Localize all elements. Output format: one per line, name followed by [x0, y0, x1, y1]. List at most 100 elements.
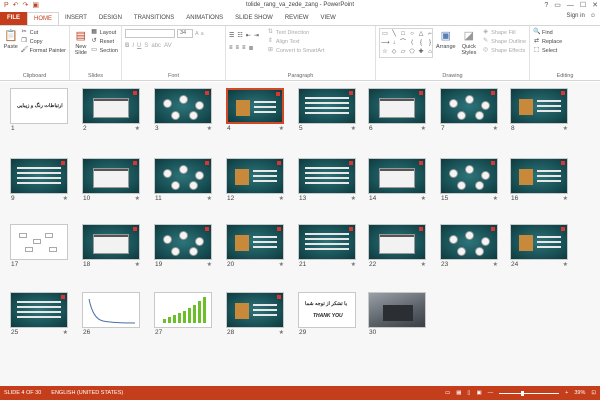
copy-button[interactable]: ❐ Copy [21, 37, 66, 46]
quick-styles-button[interactable]: ◪ Quick Styles [459, 28, 480, 58]
slide-preview[interactable] [226, 292, 284, 328]
slideshow-view-icon[interactable]: ▣ [476, 390, 481, 396]
tab-design[interactable]: DESIGN [93, 12, 128, 25]
slide-thumbnail-14[interactable]: 14 ★ [368, 158, 426, 204]
layout-button[interactable]: ▦ Layout [91, 28, 118, 37]
format-painter-button[interactable]: 🖌 Format Painter [21, 46, 66, 55]
slide-thumbnail-16[interactable]: 16 ★ [510, 158, 568, 204]
slide-preview[interactable] [298, 224, 356, 260]
slide-preview[interactable] [510, 158, 568, 194]
shape-option[interactable]: ⌒ [399, 39, 407, 47]
shape-option[interactable]: ⌐ [426, 30, 434, 38]
shape-outline-button[interactable]: ✎ Shape Outline [482, 37, 526, 46]
slide-preview[interactable] [298, 88, 356, 124]
slide-preview[interactable] [226, 88, 284, 124]
tab-home[interactable]: HOME [27, 12, 59, 25]
slide-thumbnail-28[interactable]: 28 ★ [226, 292, 284, 338]
maximize-icon[interactable]: ☐ [580, 0, 586, 11]
slide-thumbnail-15[interactable]: 15 ★ [440, 158, 498, 204]
shape-option[interactable]: ⌂ [426, 48, 434, 56]
animation-star-icon[interactable]: ★ [421, 195, 426, 202]
tab-insert[interactable]: INSERT [59, 12, 93, 25]
find-button[interactable]: 🔍 Find [533, 28, 597, 37]
underline-button[interactable]: U [137, 43, 141, 49]
tab-transitions[interactable]: TRANSITIONS [128, 12, 180, 25]
shape-fill-button[interactable]: ◈ Shape Fill [482, 28, 526, 37]
redo-icon[interactable]: ↷ [23, 0, 29, 11]
slide-preview[interactable] [368, 292, 426, 328]
normal-view-icon[interactable]: ▭ [445, 390, 450, 396]
slide-thumbnail-21[interactable]: 21 ★ [298, 224, 356, 270]
bullets-icon[interactable]: ☰ [229, 32, 234, 39]
slide-preview[interactable] [226, 158, 284, 194]
shape-option[interactable]: ✚ [417, 48, 425, 56]
text-direction-button[interactable]: ⇅ Text Direction [267, 28, 325, 37]
animation-star-icon[interactable]: ★ [351, 261, 356, 268]
zoom-out-icon[interactable]: — [488, 390, 494, 396]
slide-preview[interactable] [440, 224, 498, 260]
shape-option[interactable]: ▭ [381, 30, 389, 38]
slide-thumbnail-25[interactable]: 25 ★ [10, 292, 68, 338]
animation-star-icon[interactable]: ★ [421, 261, 426, 268]
slide-preview[interactable] [368, 88, 426, 124]
slide-preview[interactable] [10, 292, 68, 328]
slide-preview[interactable] [10, 158, 68, 194]
slide-thumbnail-7[interactable]: 7 ★ [440, 88, 498, 134]
slide-thumbnail-6[interactable]: 6 ★ [368, 88, 426, 134]
slide-thumbnail-1[interactable]: ارتباطات رنگ و زیبایی 1 [10, 88, 68, 134]
shapes-gallery[interactable]: ▭ ╲ □ ○ △ ⌐ ⟶ ↓ ⌒ ⟨{} ☆ ◇ ▱ ⬠ ✚ ⌂ [379, 28, 433, 58]
shrink-font-icon[interactable]: a [201, 29, 204, 38]
shape-option[interactable]: ▱ [399, 48, 407, 56]
animation-star-icon[interactable]: ★ [421, 125, 426, 132]
close-icon[interactable]: ✕ [592, 0, 598, 11]
shadow-button[interactable]: S [144, 43, 148, 49]
slide-preview[interactable] [510, 88, 568, 124]
start-slideshow-icon[interactable]: ▣ [32, 0, 39, 11]
slide-thumbnail-5[interactable]: 5 ★ [298, 88, 356, 134]
slide-preview[interactable]: با تشکر از توجه شما THANK YOU [298, 292, 356, 328]
shape-option[interactable]: △ [417, 30, 425, 38]
slide-thumbnail-12[interactable]: 12 ★ [226, 158, 284, 204]
slide-thumbnail-11[interactable]: 11 ★ [154, 158, 212, 204]
undo-icon[interactable]: ↶ [13, 0, 19, 11]
slide-thumbnail-2[interactable]: 2 ★ [82, 88, 140, 134]
shape-option[interactable]: ⟶ [381, 39, 390, 47]
slide-thumbnail-13[interactable]: 13 ★ [298, 158, 356, 204]
tab-animations[interactable]: ANIMATIONS [180, 12, 229, 25]
font-size-select[interactable]: 34 [177, 29, 193, 38]
slide-preview[interactable] [226, 224, 284, 260]
help-icon[interactable]: ? [544, 0, 548, 11]
slide-preview[interactable] [154, 292, 212, 328]
spacing-button[interactable]: AV [164, 43, 172, 49]
slide-preview[interactable] [298, 158, 356, 194]
tab-file[interactable]: FILE [0, 12, 27, 25]
animation-star-icon[interactable]: ★ [135, 261, 140, 268]
slide-thumbnail-8[interactable]: 8 ★ [510, 88, 568, 134]
animation-star-icon[interactable]: ★ [207, 195, 212, 202]
zoom-slider-thumb[interactable] [521, 390, 525, 396]
arrange-button[interactable]: ▣ Arrange [436, 28, 456, 58]
shape-option[interactable]: ○ [408, 30, 416, 38]
slide-thumbnail-29[interactable]: با تشکر از توجه شما THANK YOU 29 [298, 292, 356, 338]
slide-thumbnail-3[interactable]: 3 ★ [154, 88, 212, 134]
slide-thumbnail-19[interactable]: 19 ★ [154, 224, 212, 270]
slide-preview[interactable] [10, 224, 68, 260]
slide-preview[interactable] [82, 224, 140, 260]
slide-preview[interactable]: ارتباطات رنگ و زیبایی [10, 88, 68, 124]
slide-thumbnail-27[interactable]: 27 [154, 292, 212, 338]
zoom-in-icon[interactable]: + [565, 390, 568, 396]
replace-button[interactable]: ⇄ Replace [533, 37, 597, 46]
slide-thumbnail-10[interactable]: 10 ★ [82, 158, 140, 204]
animation-star-icon[interactable]: ★ [207, 261, 212, 268]
slide-thumbnail-30[interactable]: 30 [368, 292, 426, 338]
font-name-select[interactable] [125, 29, 175, 38]
animation-star-icon[interactable]: ★ [63, 329, 68, 336]
animation-star-icon[interactable]: ★ [493, 125, 498, 132]
slide-preview[interactable] [440, 88, 498, 124]
slide-preview[interactable] [368, 224, 426, 260]
reading-view-icon[interactable]: ▯ [467, 390, 470, 396]
shape-option[interactable]: ☆ [381, 48, 389, 56]
shape-option[interactable]: ◇ [390, 48, 398, 56]
animation-star-icon[interactable]: ★ [279, 195, 284, 202]
slide-thumbnail-20[interactable]: 20 ★ [226, 224, 284, 270]
